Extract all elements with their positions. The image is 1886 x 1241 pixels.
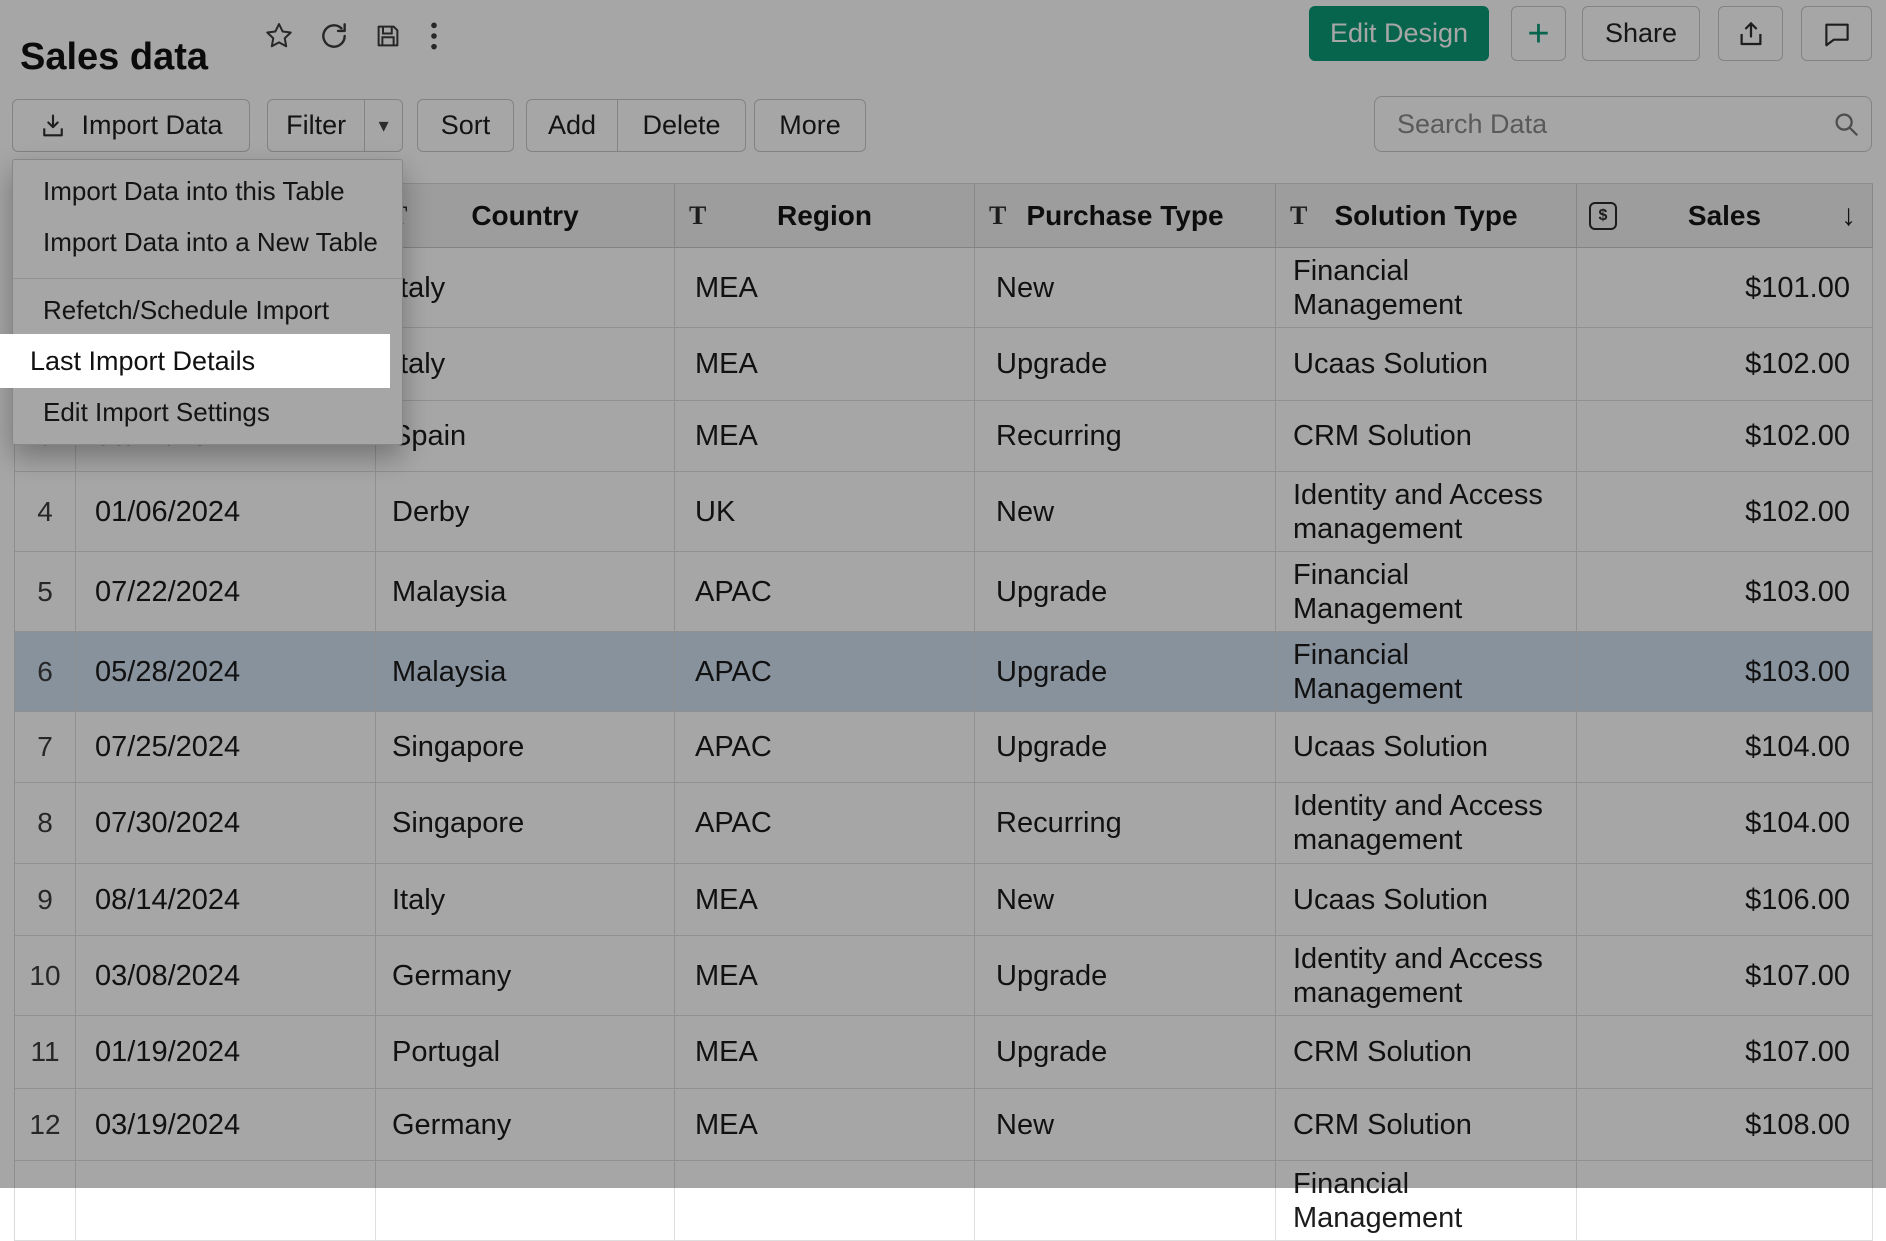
menu-item-last-import-details[interactable]: Last Import Details bbox=[0, 334, 390, 388]
dim-overlay bbox=[0, 0, 1886, 1188]
